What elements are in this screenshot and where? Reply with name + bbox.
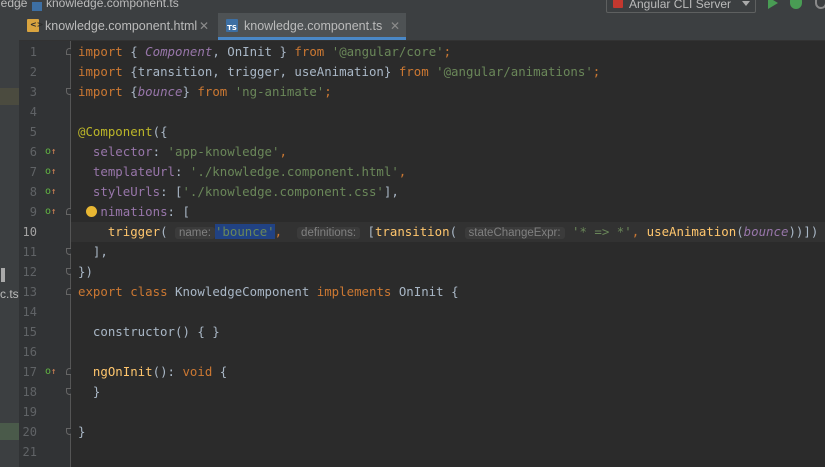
code-line-5: @Component({ bbox=[78, 124, 168, 139]
ts-file-icon: TS bbox=[226, 19, 238, 32]
line-number: 15 bbox=[22, 325, 37, 339]
editor-tab-bar: <> knowledge.component.html ✕ TS knowled… bbox=[19, 13, 825, 41]
implements-gutter-icon[interactable]: o↑ bbox=[45, 182, 60, 202]
line-number: 1 bbox=[29, 45, 37, 59]
run-icon[interactable] bbox=[768, 0, 778, 9]
editor-gutter[interactable]: 1 2 3 4 5 6 7 8 9 10 11 12 13 14 15 16 1… bbox=[19, 41, 73, 467]
code-line-10: trigger( name:'bounce', definitions: [tr… bbox=[107, 224, 819, 239]
coverage-icon[interactable] bbox=[815, 0, 825, 9]
run-configuration-dropdown[interactable]: Angular CLI Server bbox=[606, 0, 756, 13]
line-number-current: 10 bbox=[22, 225, 37, 239]
implements-gutter-icon[interactable]: o↑ bbox=[45, 142, 60, 162]
line-number: 20 bbox=[22, 425, 37, 439]
parameter-hint: stateChangeExpr: bbox=[464, 227, 565, 239]
code-line-1: import { Component, OnInit } from '@angu… bbox=[78, 44, 452, 59]
implements-gutter-icon[interactable]: o↑ bbox=[45, 362, 60, 382]
line-number: 13 bbox=[22, 285, 37, 299]
tab-knowledge-component-html[interactable]: <> knowledge.component.html ✕ bbox=[19, 13, 217, 40]
line-number: 11 bbox=[22, 245, 37, 259]
line-number: 14 bbox=[22, 305, 37, 319]
project-tree-marker bbox=[1, 268, 5, 282]
project-tree-selection[interactable] bbox=[0, 88, 19, 105]
code-line-11: ], bbox=[92, 244, 108, 259]
breadcrumb-file[interactable]: knowledge.component.ts bbox=[46, 0, 179, 10]
parameter-hint: definitions: bbox=[297, 227, 361, 239]
lightbulb-icon[interactable] bbox=[86, 206, 97, 217]
code-line-2: import {transition, trigger, useAnimatio… bbox=[78, 64, 601, 79]
code-line-15: constructor() { } bbox=[92, 324, 220, 339]
debug-icon[interactable] bbox=[790, 0, 802, 9]
selected-text[interactable]: 'bounce' bbox=[214, 224, 275, 239]
line-number: 17 bbox=[22, 365, 37, 379]
code-line-6: selector: 'app-knowledge', bbox=[92, 144, 287, 159]
code-line-7: templateUrl: './knowledge.component.html… bbox=[92, 164, 407, 179]
html-file-icon: <> bbox=[27, 19, 43, 32]
code-line-20: } bbox=[78, 424, 86, 439]
breadcrumb-separator: / bbox=[20, 0, 24, 10]
code-line-3: import {bounce} from 'ng-animate'; bbox=[78, 84, 332, 99]
line-number: 21 bbox=[22, 445, 37, 459]
angular-icon bbox=[613, 0, 623, 8]
close-icon[interactable]: ✕ bbox=[390, 19, 400, 33]
project-panel-edge: c.ts bbox=[0, 13, 19, 467]
implements-gutter-icon[interactable]: o↑ bbox=[45, 162, 60, 182]
line-number: 3 bbox=[29, 85, 37, 99]
tab-label: knowledge.component.html bbox=[45, 19, 198, 33]
project-tree-item[interactable]: c.ts bbox=[0, 287, 19, 301]
ts-file-icon bbox=[32, 2, 42, 11]
line-number: 12 bbox=[22, 265, 37, 279]
line-number: 2 bbox=[29, 65, 37, 79]
line-number: 16 bbox=[22, 345, 37, 359]
close-icon[interactable]: ✕ bbox=[199, 19, 209, 33]
code-line-18: } bbox=[92, 384, 101, 399]
line-number: 5 bbox=[29, 125, 37, 139]
line-number: 18 bbox=[22, 385, 37, 399]
code-line-17: ngOnInit(): void { bbox=[92, 364, 228, 379]
chevron-down-icon bbox=[742, 1, 750, 6]
line-number: 6 bbox=[29, 145, 37, 159]
project-tree-selection-lower[interactable] bbox=[0, 423, 19, 440]
navigation-bar: ledge / knowledge.component.ts Angular C… bbox=[0, 0, 825, 13]
implements-gutter-icon[interactable]: o↑ bbox=[45, 202, 60, 222]
line-number: 7 bbox=[29, 165, 37, 179]
code-line-12: }) bbox=[78, 264, 93, 279]
line-number: 9 bbox=[29, 205, 37, 219]
parameter-hint: name: bbox=[175, 227, 215, 239]
tab-label: knowledge.component.ts bbox=[244, 19, 383, 33]
tab-knowledge-component-ts[interactable]: TS knowledge.component.ts ✕ bbox=[218, 13, 406, 40]
line-number: 8 bbox=[29, 185, 37, 199]
run-configuration-label: Angular CLI Server bbox=[629, 0, 732, 11]
code-line-13: export class KnowledgeComponent implemen… bbox=[78, 284, 459, 299]
code-line-8: styleUrls: ['./knowledge.component.css']… bbox=[92, 184, 399, 199]
line-number: 4 bbox=[29, 105, 37, 119]
code-editor[interactable]: import { Component, OnInit } from '@angu… bbox=[71, 41, 825, 467]
line-number: 19 bbox=[22, 405, 37, 419]
